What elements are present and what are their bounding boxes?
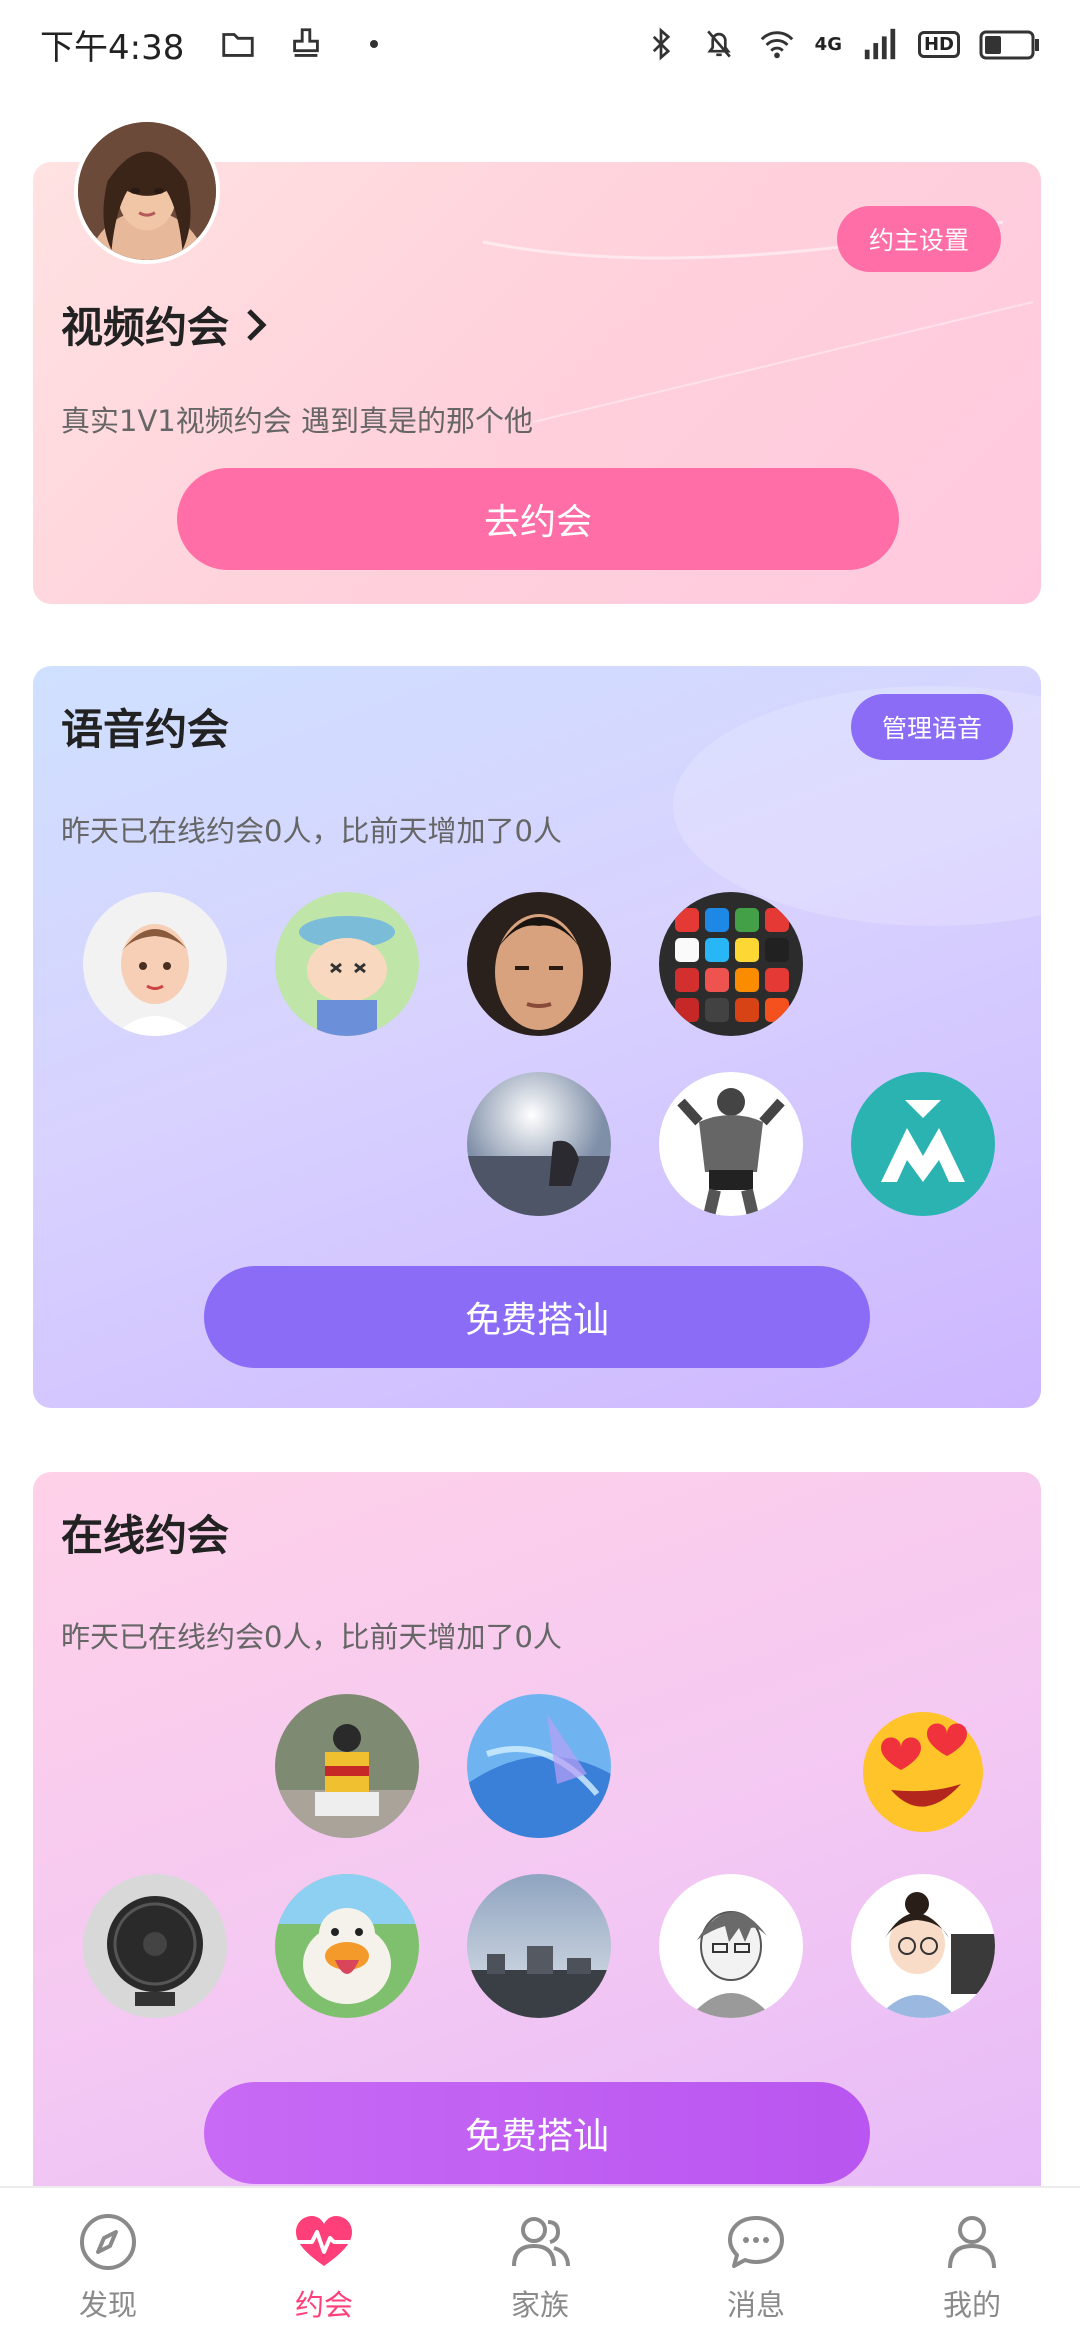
network-type: 4G [814,33,842,55]
user-avatar-blue-glass[interactable] [467,1694,611,1838]
online-free-chat-button[interactable]: 免费搭讪 [204,2082,870,2184]
host-avatar[interactable] [74,118,220,264]
voice-dating-title: 语音约会 [61,705,230,754]
user-avatar-fan[interactable] [83,1874,227,2018]
signal-icon [860,24,900,64]
user-avatar-street-photo[interactable] [275,1694,419,1838]
user-avatar-fighter[interactable] [659,1072,803,1216]
status-time: 下午4:38 [40,27,185,68]
mute-bell-icon [699,24,739,64]
voice-dating-card: 语音约会 管理语音 昨天已在线约会0人，比前天增加了0人 免费搭讪 [33,666,1041,1408]
tab-family-label: 家族 [510,2288,569,2322]
user-avatar-cartoon-boy[interactable] [83,892,227,1036]
tab-messages[interactable]: 消息 [648,2188,864,2340]
tab-discover[interactable]: 发现 [0,2188,216,2340]
folder-icon [218,24,258,64]
user-avatar-anime-boy[interactable] [659,1874,803,2018]
dot-icon [354,24,394,64]
tab-dating-label: 约会 [294,2288,353,2322]
voice-dating-stats: 昨天已在线约会0人，比前天增加了0人 [61,814,562,848]
status-bar: 下午4:38 4G HD [0,0,1080,88]
tab-mine[interactable]: 我的 [864,2188,1080,2340]
user-avatar-city-sky[interactable] [467,1874,611,2018]
go-dating-button[interactable]: 去约会 [177,468,899,570]
tab-messages-label: 消息 [726,2288,785,2322]
tab-mine-label: 我的 [942,2288,1001,2322]
manage-voice-button[interactable]: 管理语音 [851,694,1013,760]
chevron-right-icon [247,308,267,341]
online-dating-title: 在线约会 [61,1511,230,1560]
video-dating-title-text: 视频约会 [61,303,230,352]
bottom-tab-bar: 发现 约会 家族 消息 我的 [0,2186,1080,2340]
tab-discover-label: 发现 [78,2288,137,2322]
compass-icon [80,2214,136,2270]
hd-badge: HD [917,30,960,58]
user-avatar-girl-glasses[interactable] [851,1874,995,2018]
user-avatar-app-grid[interactable] [659,892,803,1036]
video-dating-subtitle: 真实1V1视频约会 遇到真是的那个他 [61,404,533,438]
user-avatar-man-face[interactable] [467,892,611,1036]
chat-bubble-icon [728,2216,784,2268]
video-dating-title[interactable]: 视频约会 [61,294,269,355]
tab-dating[interactable]: 约会 [216,2188,432,2340]
online-dating-stats: 昨天已在线约会0人，比前天增加了0人 [61,1620,562,1654]
bluetooth-icon [641,24,681,64]
user-avatar-seascape[interactable] [467,1072,611,1216]
wifi-icon [757,24,797,64]
user-avatar-cartoon-kid[interactable] [275,892,419,1036]
host-settings-button[interactable]: 约主设置 [837,206,1001,272]
voice-free-chat-button[interactable]: 免费搭讪 [204,1266,870,1368]
person-icon [948,2216,996,2269]
user-avatar-heart-eyes-emoji[interactable] [851,1694,995,1838]
heart-pulse-icon [296,2216,352,2266]
user-avatar-logo[interactable] [851,1072,995,1216]
user-avatar-duck[interactable] [275,1874,419,2018]
battery-icon [978,24,1040,64]
stamp-icon [286,24,326,64]
tab-family[interactable]: 家族 [432,2188,648,2340]
people-icon [512,2217,570,2267]
